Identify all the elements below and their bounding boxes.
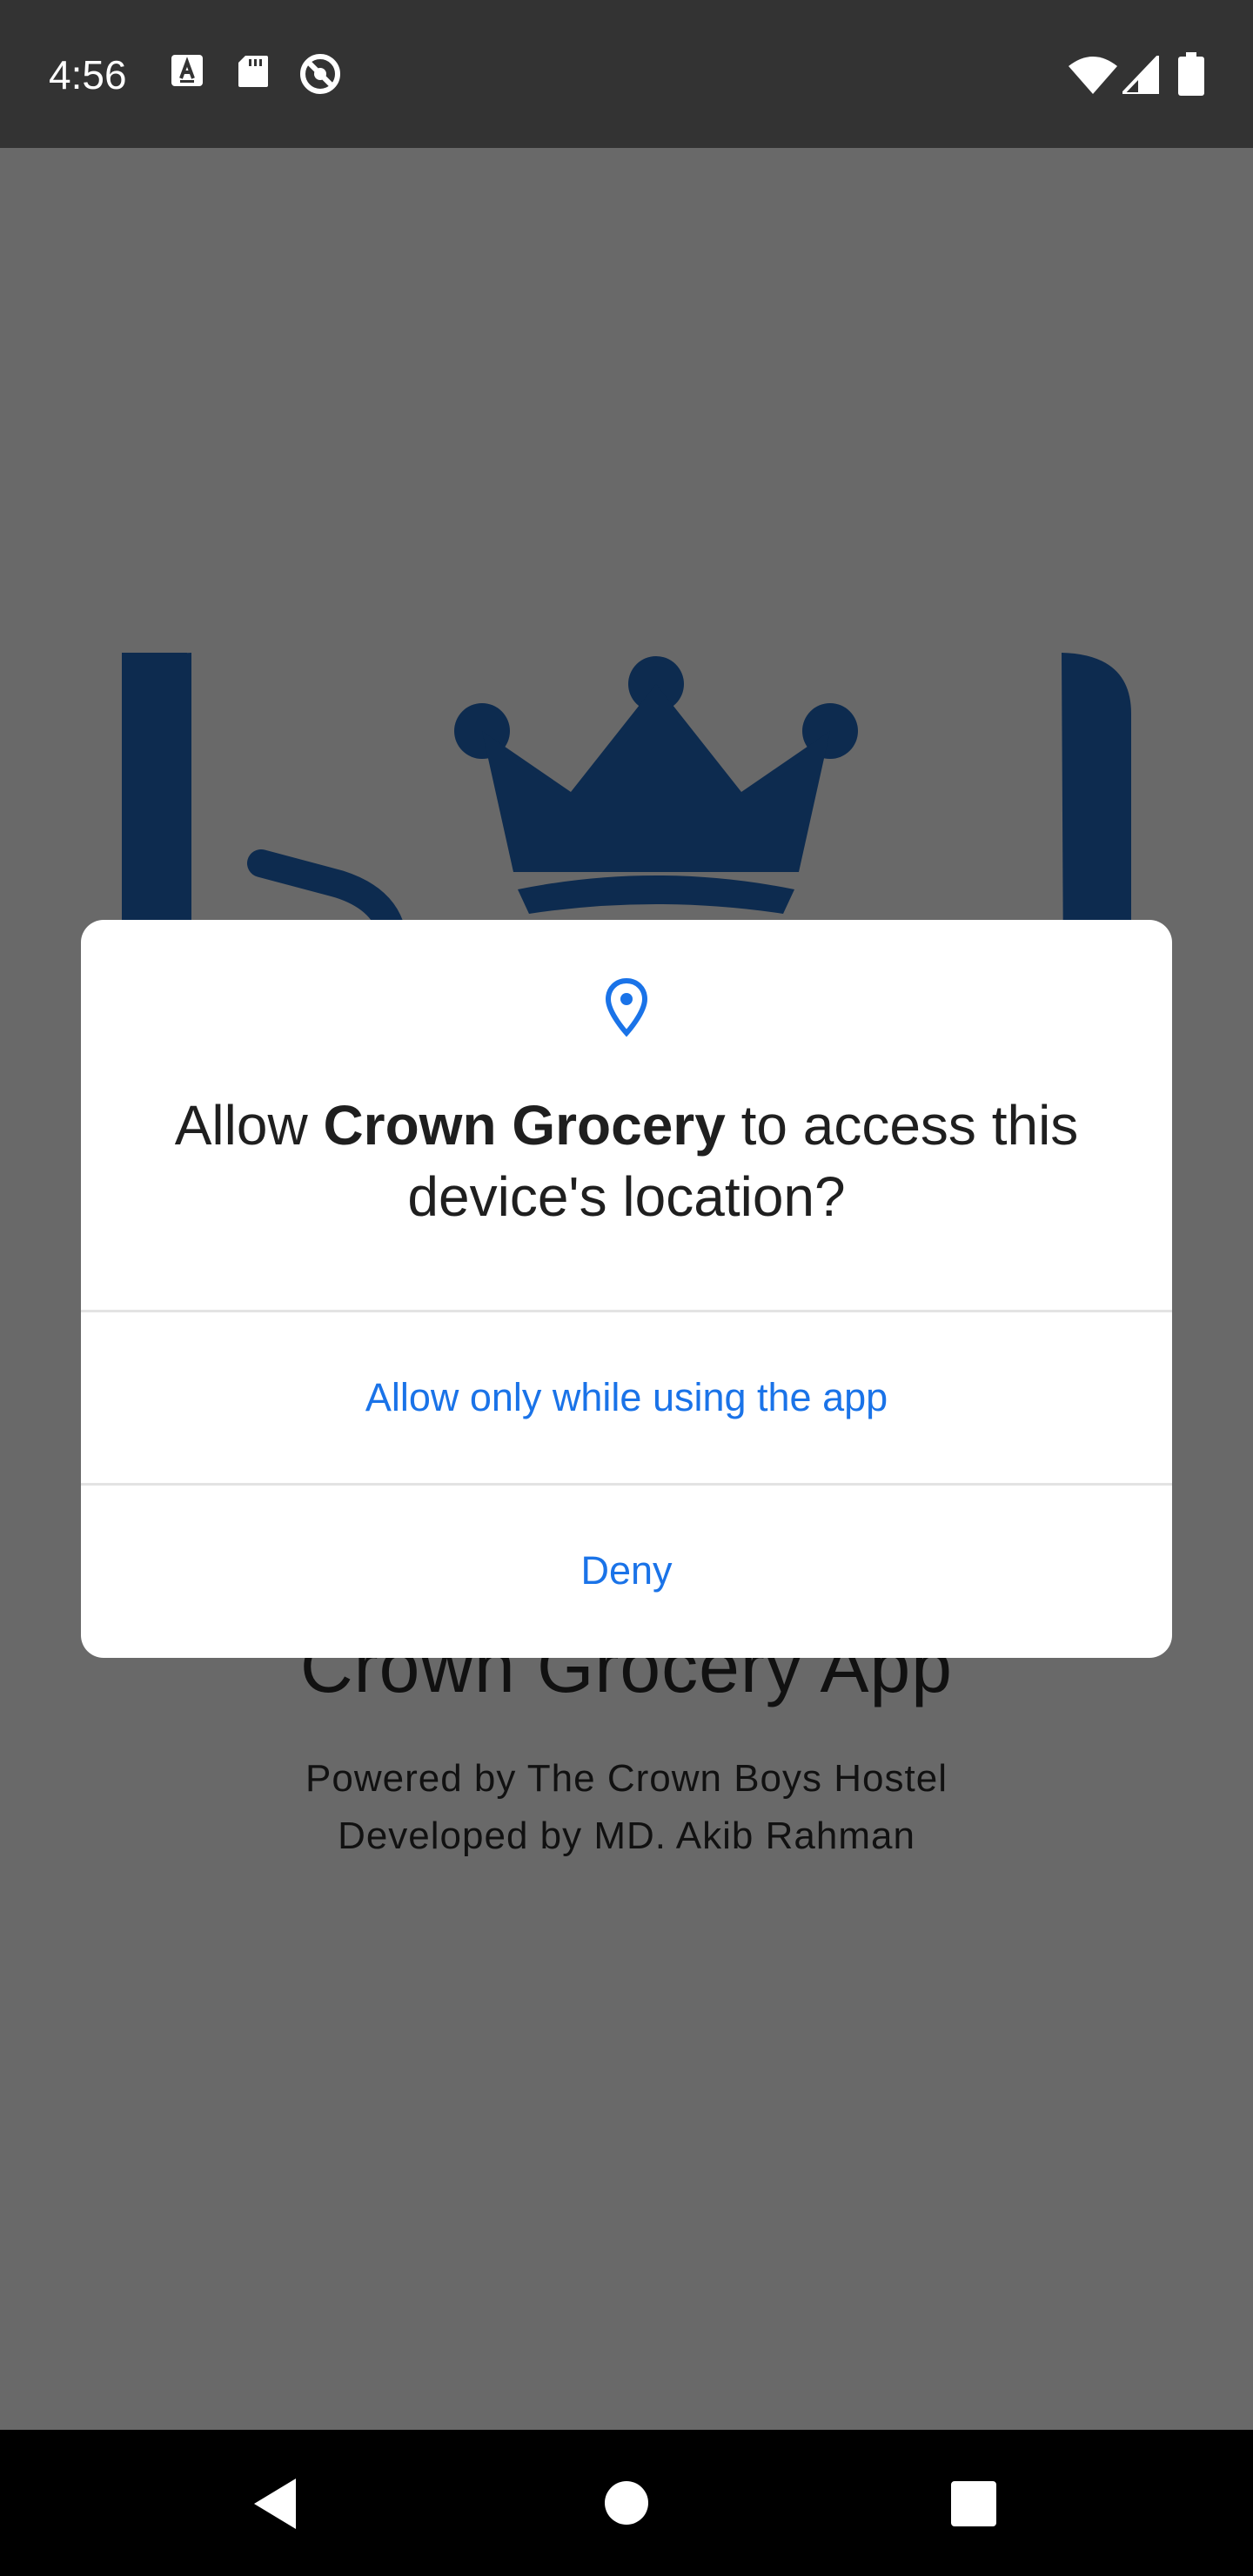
location-permission-dialog: Allow Crown Grocery to access this devic… [81,920,1172,1658]
dialog-title: Allow Crown Grocery to access this devic… [133,1090,1120,1232]
deny-button[interactable]: Deny [81,1486,1172,1656]
do-not-disturb-icon [300,54,340,94]
status-bar: 4:56 [0,0,1253,148]
cellular-signal-icon [1122,56,1159,94]
sd-card-icon [238,56,268,87]
home-icon[interactable] [604,2480,649,2526]
status-time: 4:56 [49,52,127,97]
dialog-title-app-name: Crown Grocery [323,1094,726,1157]
accessibility-a-icon [171,55,203,86]
back-icon[interactable] [251,2477,299,2531]
recents-icon[interactable] [950,2480,997,2527]
dialog-title-prefix: Allow [174,1094,324,1157]
developer-credit-text: Developed by MD. Akib Rahman [338,1815,915,1857]
navigation-bar [0,2430,1253,2576]
location-pin-icon [605,977,648,1037]
allow-while-using-button[interactable]: Allow only while using the app [81,1312,1172,1483]
wifi-icon [1069,57,1117,94]
battery-icon [1178,52,1204,96]
powered-by-text: Powered by The Crown Boys Hostel [305,1757,948,1800]
